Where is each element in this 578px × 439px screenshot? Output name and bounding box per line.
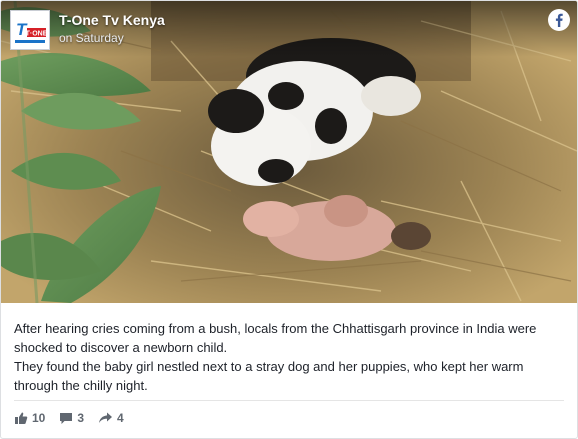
post-actions-bar: 10 3 4 (14, 408, 138, 428)
share-arrow-icon (99, 412, 113, 423)
comment-icon (60, 413, 73, 424)
share-count: 4 (117, 411, 124, 425)
thumbs-up-icon (15, 412, 28, 424)
facebook-post-card: T T·ONE T-One Tv Kenya on Saturday After… (0, 0, 578, 439)
post-caption: After hearing cries coming from a bush, … (14, 319, 564, 395)
facebook-icon[interactable] (548, 9, 570, 31)
share-button[interactable]: 4 (98, 411, 124, 425)
actions-divider (14, 400, 564, 401)
like-button[interactable]: 10 (14, 411, 45, 425)
caption-line-1: After hearing cries coming from a bush, … (14, 321, 537, 355)
comment-button[interactable]: 3 (59, 411, 84, 425)
page-name-link[interactable]: T-One Tv Kenya (59, 12, 165, 28)
post-timestamp[interactable]: on Saturday (59, 31, 124, 45)
caption-line-2: They found the baby girl nestled next to… (14, 359, 524, 393)
comment-count: 3 (77, 411, 85, 425)
svg-text:T·ONE: T·ONE (26, 31, 48, 38)
like-count: 10 (32, 411, 46, 425)
page-avatar[interactable]: T T·ONE (10, 10, 50, 50)
t-one-logo-icon: T T·ONE (13, 13, 48, 47)
post-header: T T·ONE T-One Tv Kenya on Saturday (1, 1, 577, 57)
